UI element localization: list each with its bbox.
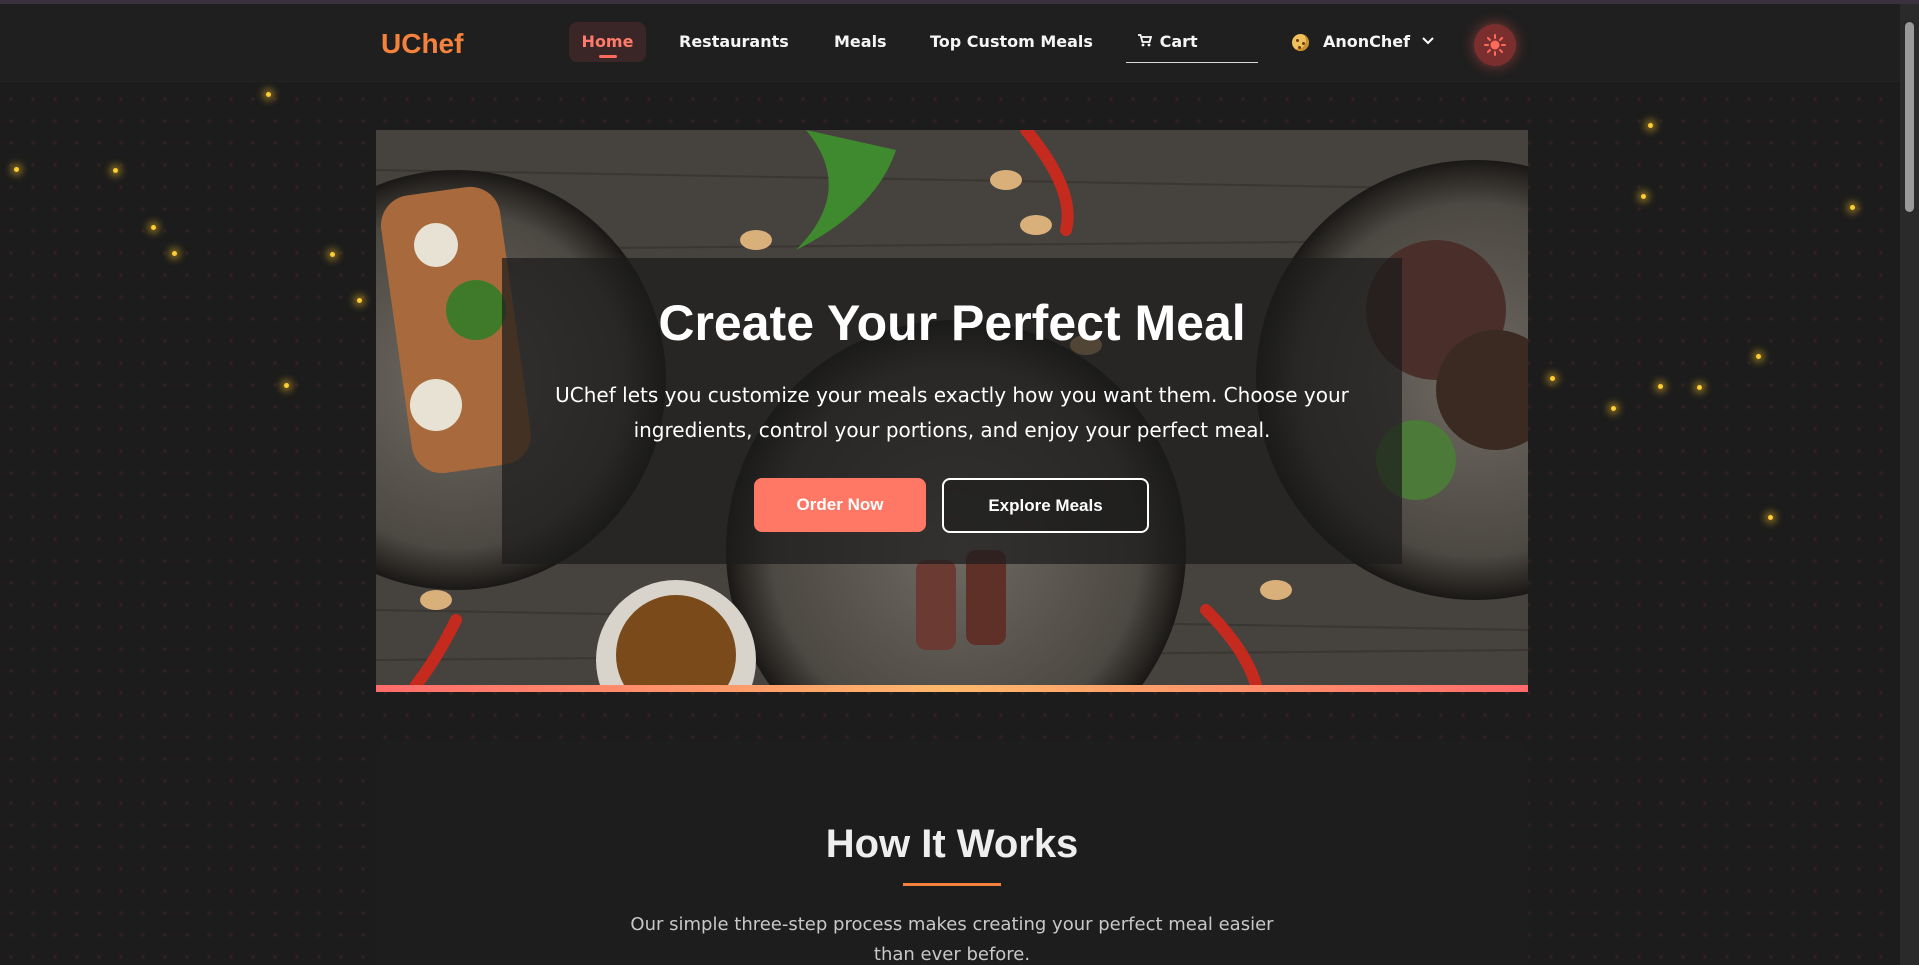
cart-icon — [1138, 22, 1154, 62]
sparkle — [113, 168, 118, 173]
scrollbar-thumb[interactable] — [1905, 22, 1914, 212]
order-now-button[interactable]: Order Now — [754, 478, 926, 532]
section-title: How It Works — [825, 822, 1079, 866]
sparkle — [357, 298, 362, 303]
hero-section: Create Your Perfect Meal UChef lets you … — [376, 130, 1528, 685]
nav-item-meals[interactable]: Meals — [834, 22, 887, 62]
user-name: AnonChef — [1323, 32, 1411, 51]
nav-item-cart[interactable]: Cart — [1126, 22, 1258, 63]
nav-item-restaurants[interactable]: Restaurants — [679, 22, 789, 62]
sparkle — [1697, 385, 1702, 390]
sparkle — [1658, 384, 1663, 389]
cookie-icon — [1292, 34, 1309, 51]
nav-item-label: Cart — [1159, 32, 1198, 51]
how-it-works-section: How It Works Our simple three-step proce… — [376, 740, 1528, 965]
sparkle — [1611, 406, 1616, 411]
hero-accent-bar — [376, 685, 1528, 692]
hero-description: UChef lets you customize your meals exac… — [555, 383, 1349, 442]
sparkle — [1550, 376, 1555, 381]
section-description: Our simple three-step process makes crea… — [630, 914, 1274, 965]
nav-item-home[interactable]: Home — [569, 22, 646, 62]
active-indicator — [599, 55, 617, 58]
theme-toggle-button[interactable] — [1474, 24, 1516, 66]
sparkle — [266, 92, 271, 97]
sparkle — [1768, 515, 1773, 520]
chevron-down-icon — [1422, 22, 1434, 62]
sparkle — [14, 167, 19, 172]
sparkle — [330, 252, 335, 257]
sparkle — [151, 225, 156, 230]
sparkle — [1641, 194, 1646, 199]
sun-icon — [1484, 34, 1506, 56]
hero-title: Create Your Perfect Meal — [658, 295, 1246, 351]
nav-item-label: Home — [581, 32, 634, 51]
brand-logo[interactable]: UChef — [381, 28, 463, 60]
sparkle — [1648, 123, 1653, 128]
sparkle — [1756, 354, 1761, 359]
sparkle — [1850, 205, 1855, 210]
sparkle — [284, 383, 289, 388]
page-scrollbar[interactable] — [1900, 4, 1919, 965]
title-underline — [903, 883, 1001, 886]
sparkle — [172, 251, 177, 256]
explore-meals-button[interactable]: Explore Meals — [942, 478, 1149, 533]
nav-item-top-custom-meals[interactable]: Top Custom Meals — [930, 22, 1093, 62]
navbar: UChef Home Restaurants Meals Top Custom … — [0, 4, 1900, 82]
